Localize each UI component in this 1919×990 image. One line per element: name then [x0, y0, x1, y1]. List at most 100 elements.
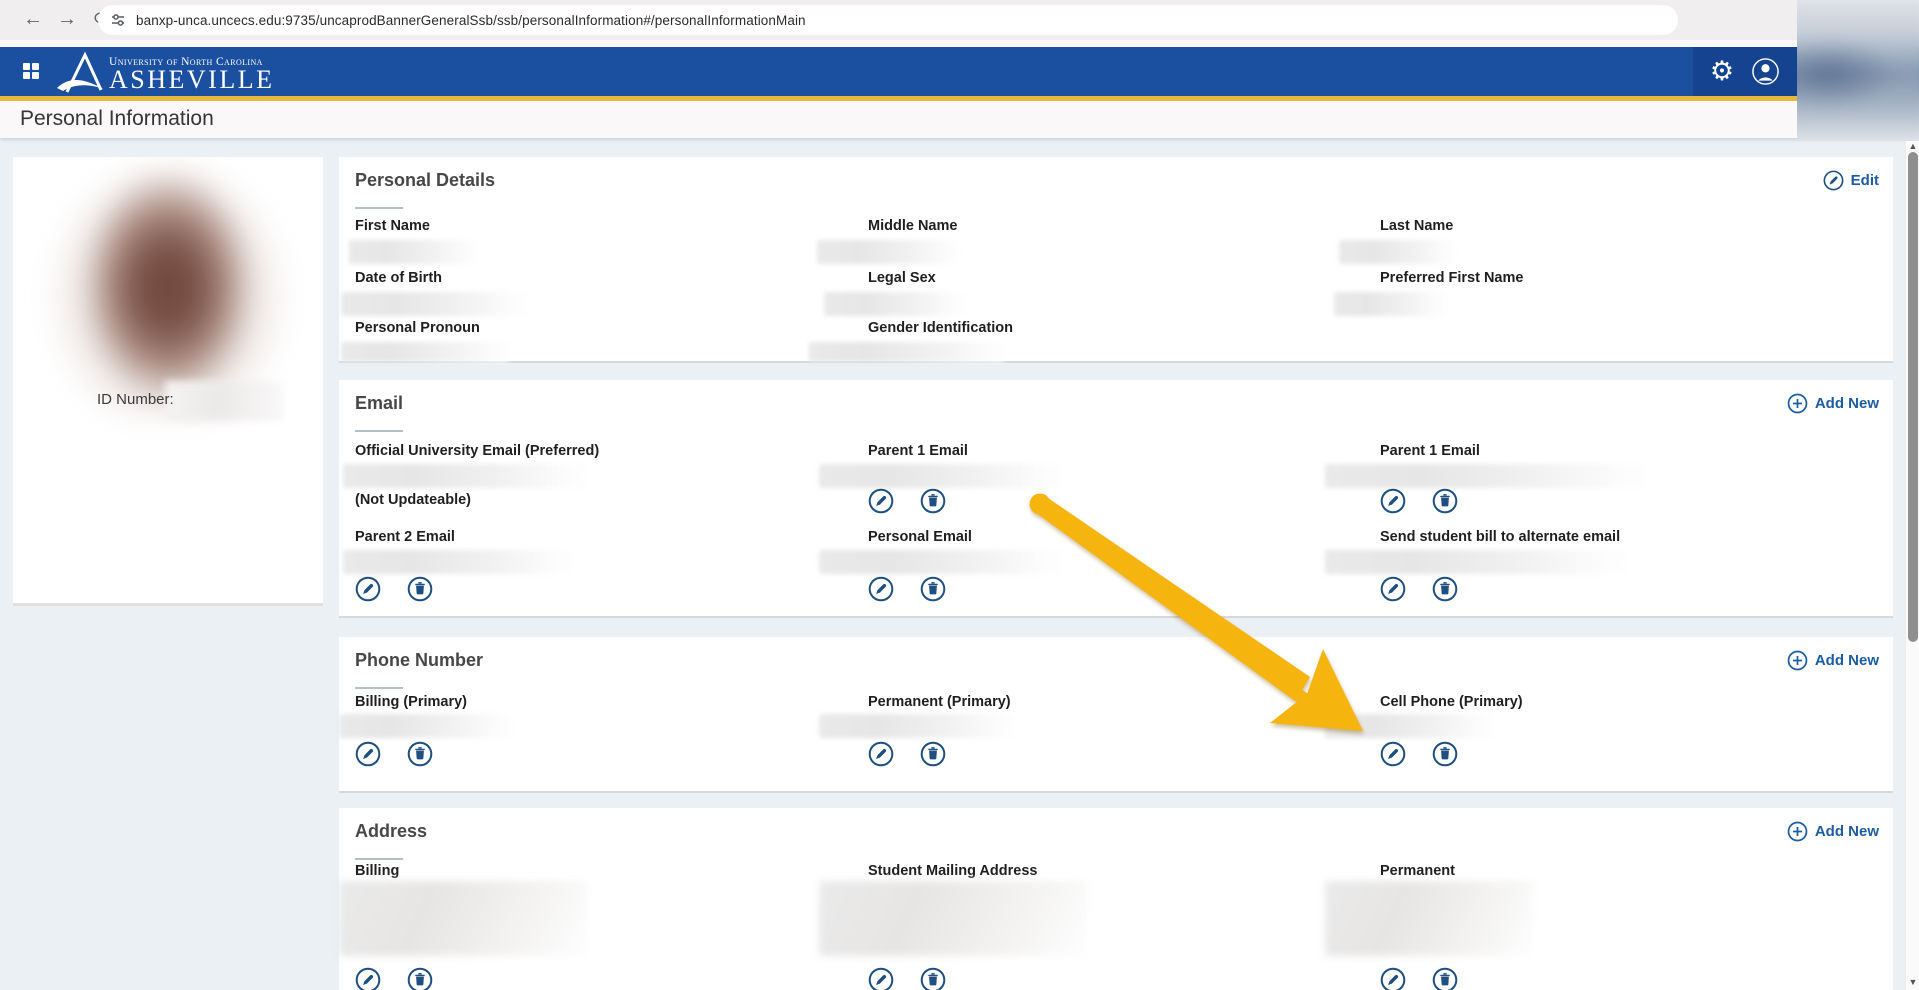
edit-pencil-icon[interactable] [868, 488, 894, 514]
unca-logo[interactable]: University of North Carolina ASHEVILLE [55, 50, 274, 96]
delete-trash-icon[interactable] [920, 488, 946, 514]
field-label: Legal Sex [868, 270, 936, 286]
apps-menu-icon[interactable] [23, 63, 39, 79]
delete-trash-icon[interactable] [407, 967, 433, 990]
scrollbar-down-arrow[interactable]: ▼ [1906, 974, 1919, 990]
field-label: Middle Name [868, 218, 957, 234]
field-label: Parent 1 Email [868, 443, 968, 459]
field-label: Permanent (Primary) [868, 694, 1011, 710]
card-title: Personal Details [355, 170, 495, 191]
value-blurred [824, 292, 964, 316]
edit-pencil-icon[interactable] [868, 576, 894, 602]
edit-label: Edit [1851, 172, 1879, 189]
value-blurred [1325, 714, 1493, 738]
delete-trash-icon[interactable] [407, 576, 433, 602]
edit-pencil-icon[interactable] [868, 967, 894, 990]
edit-pencil-icon[interactable] [1380, 488, 1406, 514]
address-bar[interactable]: banxp-unca.uncecs.edu:9735/uncaprodBanne… [98, 5, 1678, 35]
page-scrollbar[interactable]: ▲ ▼ [1905, 138, 1919, 990]
toolbar-bottom-strip [0, 40, 1919, 47]
personal-details-card: Personal Details Edit First Name Middle … [339, 157, 1893, 363]
delete-trash-icon[interactable] [1432, 576, 1458, 602]
field-label: First Name [355, 218, 430, 234]
delete-trash-icon[interactable] [920, 741, 946, 767]
edit-button[interactable]: Edit [1823, 170, 1879, 191]
field-label: Personal Pronoun [355, 320, 480, 336]
page-title: Personal Information [20, 107, 214, 131]
gear-icon[interactable]: ⚙ [1710, 47, 1734, 96]
field-label: Student Mailing Address [868, 863, 1037, 879]
card-title: Phone Number [355, 650, 483, 671]
field-actions [868, 741, 946, 767]
plus-icon [1787, 393, 1808, 414]
edit-pencil-icon[interactable] [868, 741, 894, 767]
value-blurred [339, 714, 511, 738]
not-updateable-note: (Not Updateable) [355, 492, 471, 508]
forward-icon[interactable]: → [52, 4, 82, 34]
edit-pencil-icon[interactable] [1380, 741, 1406, 767]
app-header: University of North Carolina ASHEVILLE ⚙ [0, 47, 1919, 96]
field-label: Parent 2 Email [355, 529, 455, 545]
header-right-tools: ⚙ [1693, 47, 1797, 96]
scrollbar-thumb[interactable] [1908, 152, 1918, 642]
email-card: Email Add New Official University Email … [339, 380, 1893, 618]
field-label: Date of Birth [355, 270, 442, 286]
field-actions [355, 576, 433, 602]
field-actions [355, 967, 433, 990]
plus-icon [1787, 821, 1808, 842]
edit-pencil-icon[interactable] [1380, 576, 1406, 602]
edit-pencil-icon[interactable] [355, 967, 381, 990]
delete-trash-icon[interactable] [920, 967, 946, 990]
user-avatar-icon[interactable] [1751, 57, 1780, 86]
value-blurred [819, 550, 1061, 574]
value-blurred [339, 881, 587, 956]
url-text: banxp-unca.uncecs.edu:9735/uncaprodBanne… [136, 13, 806, 28]
field-label: Billing (Primary) [355, 694, 467, 710]
value-blurred [817, 240, 959, 264]
delete-trash-icon[interactable] [920, 576, 946, 602]
field-label: Send student bill to alternate email [1380, 529, 1620, 545]
field-actions [1380, 576, 1458, 602]
field-label: Official University Email (Preferred) [355, 443, 599, 459]
field-actions [868, 576, 946, 602]
profile-photo-blurred [23, 157, 313, 407]
edit-pencil-icon[interactable] [355, 576, 381, 602]
value-blurred [349, 240, 477, 264]
value-blurred [819, 881, 1087, 956]
delete-trash-icon[interactable] [407, 741, 433, 767]
add-new-button[interactable]: Add New [1787, 650, 1879, 671]
title-divider [355, 207, 403, 209]
delete-trash-icon[interactable] [1432, 488, 1458, 514]
field-actions [1380, 967, 1458, 990]
add-new-label: Add New [1815, 652, 1879, 669]
site-info-icon[interactable] [110, 12, 126, 28]
edit-pencil-icon[interactable] [355, 741, 381, 767]
add-new-button[interactable]: Add New [1787, 821, 1879, 842]
edit-pencil-icon[interactable] [1380, 967, 1406, 990]
field-label: Preferred First Name [1380, 270, 1523, 286]
field-label: Parent 1 Email [1380, 443, 1480, 459]
delete-trash-icon[interactable] [1432, 967, 1458, 990]
value-blurred [341, 342, 509, 362]
phone-card: Phone Number Add New Billing (Primary) P… [339, 637, 1893, 793]
value-blurred [1325, 550, 1625, 574]
delete-trash-icon[interactable] [1432, 741, 1458, 767]
profile-card: ID Number: [13, 157, 323, 606]
edit-pencil-icon [1823, 170, 1844, 191]
back-icon[interactable]: ← [18, 4, 48, 34]
field-actions [1380, 488, 1458, 514]
value-blurred [819, 714, 1014, 738]
add-new-button[interactable]: Add New [1787, 393, 1879, 414]
field-actions [868, 967, 946, 990]
value-blurred [1339, 240, 1455, 264]
value-blurred [809, 342, 1004, 362]
field-actions [868, 488, 946, 514]
field-label: Personal Email [868, 529, 972, 545]
profile-info-blurred [31, 425, 305, 585]
field-label: Last Name [1380, 218, 1453, 234]
id-number-value-blurred [165, 381, 283, 421]
value-blurred [341, 292, 526, 316]
field-label: Gender Identification [868, 320, 1013, 336]
title-divider [355, 430, 403, 432]
title-divider [355, 687, 403, 689]
